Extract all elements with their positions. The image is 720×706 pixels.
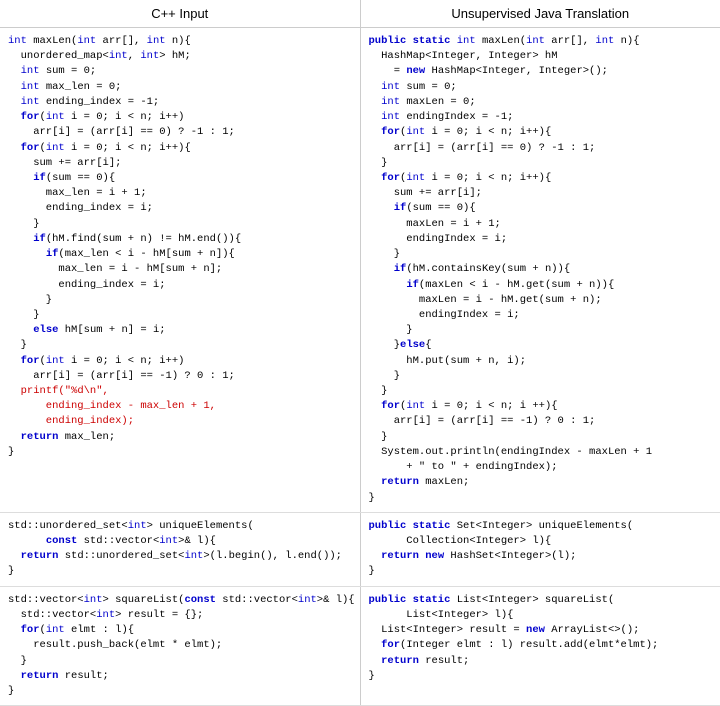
section-1-row: int maxLen(int arr[], int n){ unordered_…	[0, 28, 720, 513]
section-2-left: std::unordered_set<int> uniqueElements( …	[0, 513, 361, 586]
section-1-left: int maxLen(int arr[], int n){ unordered_…	[0, 28, 361, 512]
page-container: C++ Input Unsupervised Java Translation …	[0, 0, 720, 706]
section-1-right: public static int maxLen(int arr[], int …	[361, 28, 720, 512]
section-2-row: std::unordered_set<int> uniqueElements( …	[0, 513, 720, 587]
section-3-left: std::vector<int> squareList(const std::v…	[0, 587, 361, 706]
section-2-right: public static Set<Integer> uniqueElement…	[361, 513, 720, 586]
header-left: C++ Input	[0, 0, 361, 27]
header-right: Unsupervised Java Translation	[361, 0, 720, 27]
header-row: C++ Input Unsupervised Java Translation	[0, 0, 720, 28]
section-3-right: public static List<Integer> squareList( …	[361, 587, 720, 706]
section-3-row: std::vector<int> squareList(const std::v…	[0, 587, 720, 706]
